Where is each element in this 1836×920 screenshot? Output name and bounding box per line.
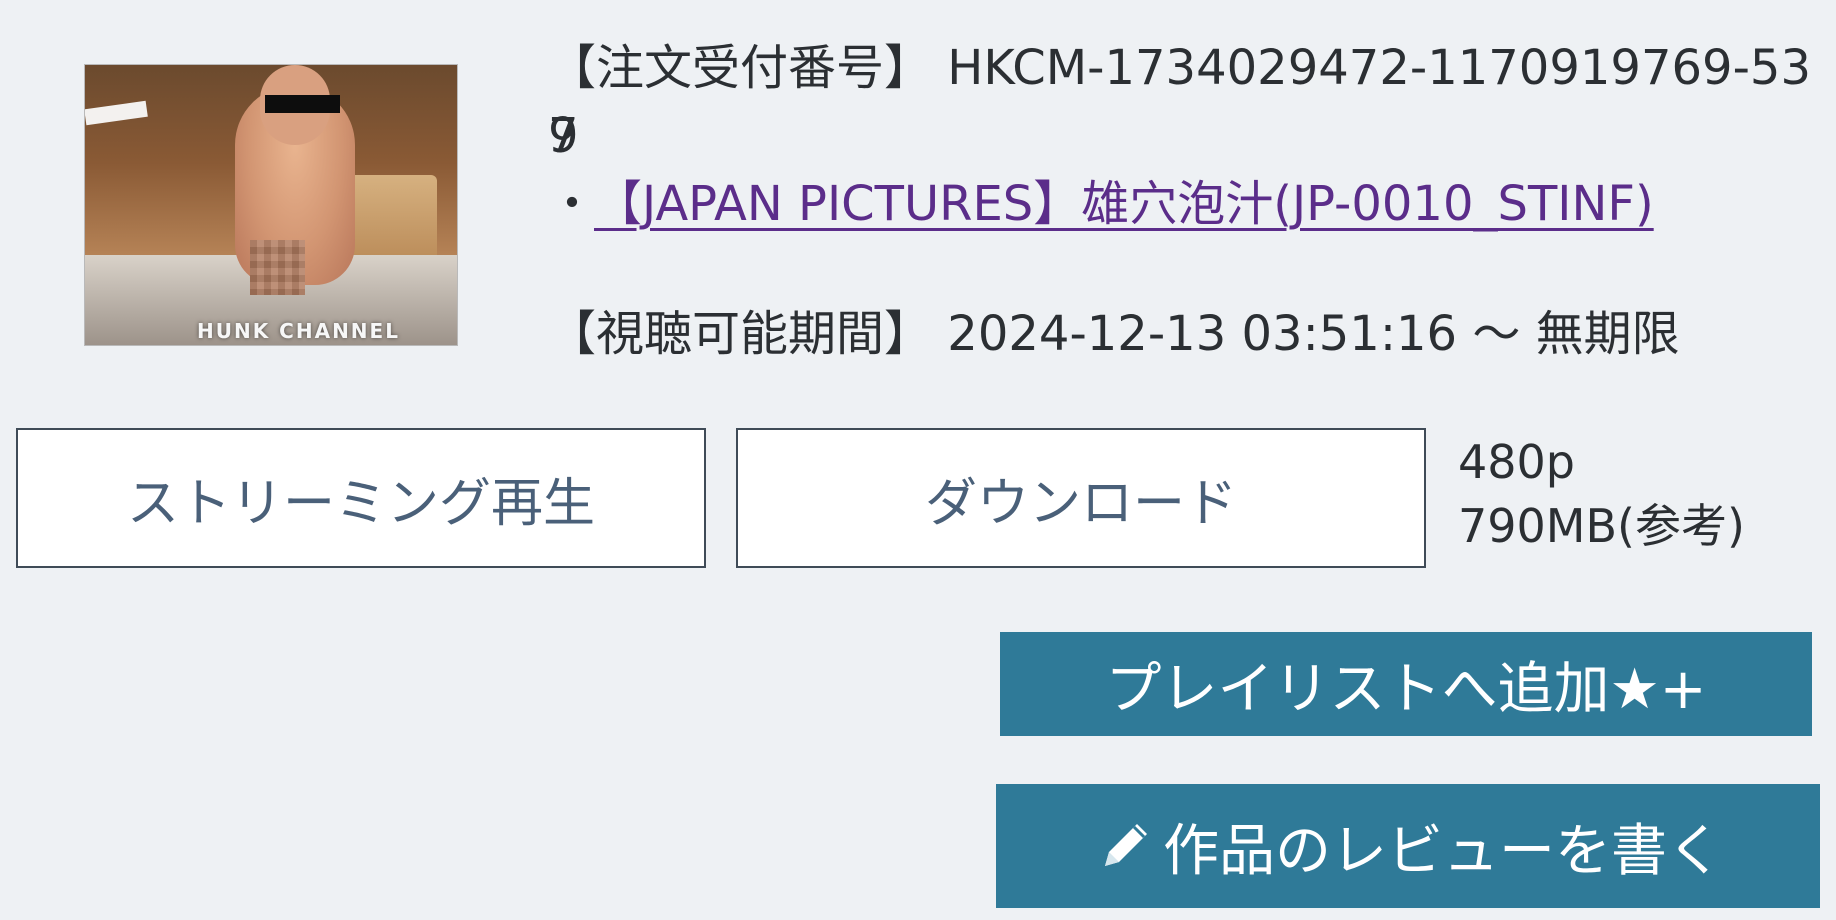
quality-info: 480p 790MB(参考) <box>1458 430 1745 558</box>
viewing-period-label: 【視聴可能期間】 <box>548 306 933 362</box>
product-title-line: ・【JAPAN PICTURES】雄穴泡汁(JP-0010_STINF) <box>548 170 1654 238</box>
quality-resolution: 480p <box>1458 435 1575 489</box>
thumbnail-mosaic <box>250 240 305 295</box>
viewing-period: 【視聴可能期間】 2024-12-13 03:51:16 ～ 無期限 <box>548 300 1680 368</box>
thumbnail-lamp <box>85 100 148 126</box>
order-number-continuation: 7 <box>548 102 579 170</box>
write-review-label: 作品のレビューを書く <box>1163 818 1723 884</box>
viewing-period-value: 2024-12-13 03:51:16 ～ 無期限 <box>947 306 1680 362</box>
order-number-line: 【注文受付番号】 HKCM-1734029472-1170919769-539 <box>548 34 1836 170</box>
download-label: ダウンロード <box>924 473 1237 534</box>
bullet: ・ <box>548 176 597 232</box>
download-button[interactable]: ダウンロード <box>736 428 1426 568</box>
add-to-playlist-button[interactable]: プレイリストへ追加★+ <box>1000 632 1812 736</box>
order-number-label: 【注文受付番号】 <box>548 40 933 96</box>
pencil-icon <box>1093 814 1157 878</box>
quality-file-size: 790MB(参考) <box>1458 499 1745 553</box>
thumbnail-watermark: HUNK CHANNEL <box>197 319 400 343</box>
order-number-value-wrap: 7 <box>548 108 579 164</box>
product-thumbnail[interactable]: HUNK CHANNEL <box>84 64 458 346</box>
thumbnail-eye-censor-bar <box>265 95 340 113</box>
write-review-button[interactable]: 作品のレビューを書く <box>996 784 1820 908</box>
streaming-play-label: ストリーミング再生 <box>126 473 595 534</box>
product-title-link[interactable]: 【JAPAN PICTURES】雄穴泡汁(JP-0010_STINF) <box>594 176 1654 232</box>
streaming-play-button[interactable]: ストリーミング再生 <box>16 428 706 568</box>
add-to-playlist-label: プレイリストへ追加★+ <box>1105 656 1707 722</box>
